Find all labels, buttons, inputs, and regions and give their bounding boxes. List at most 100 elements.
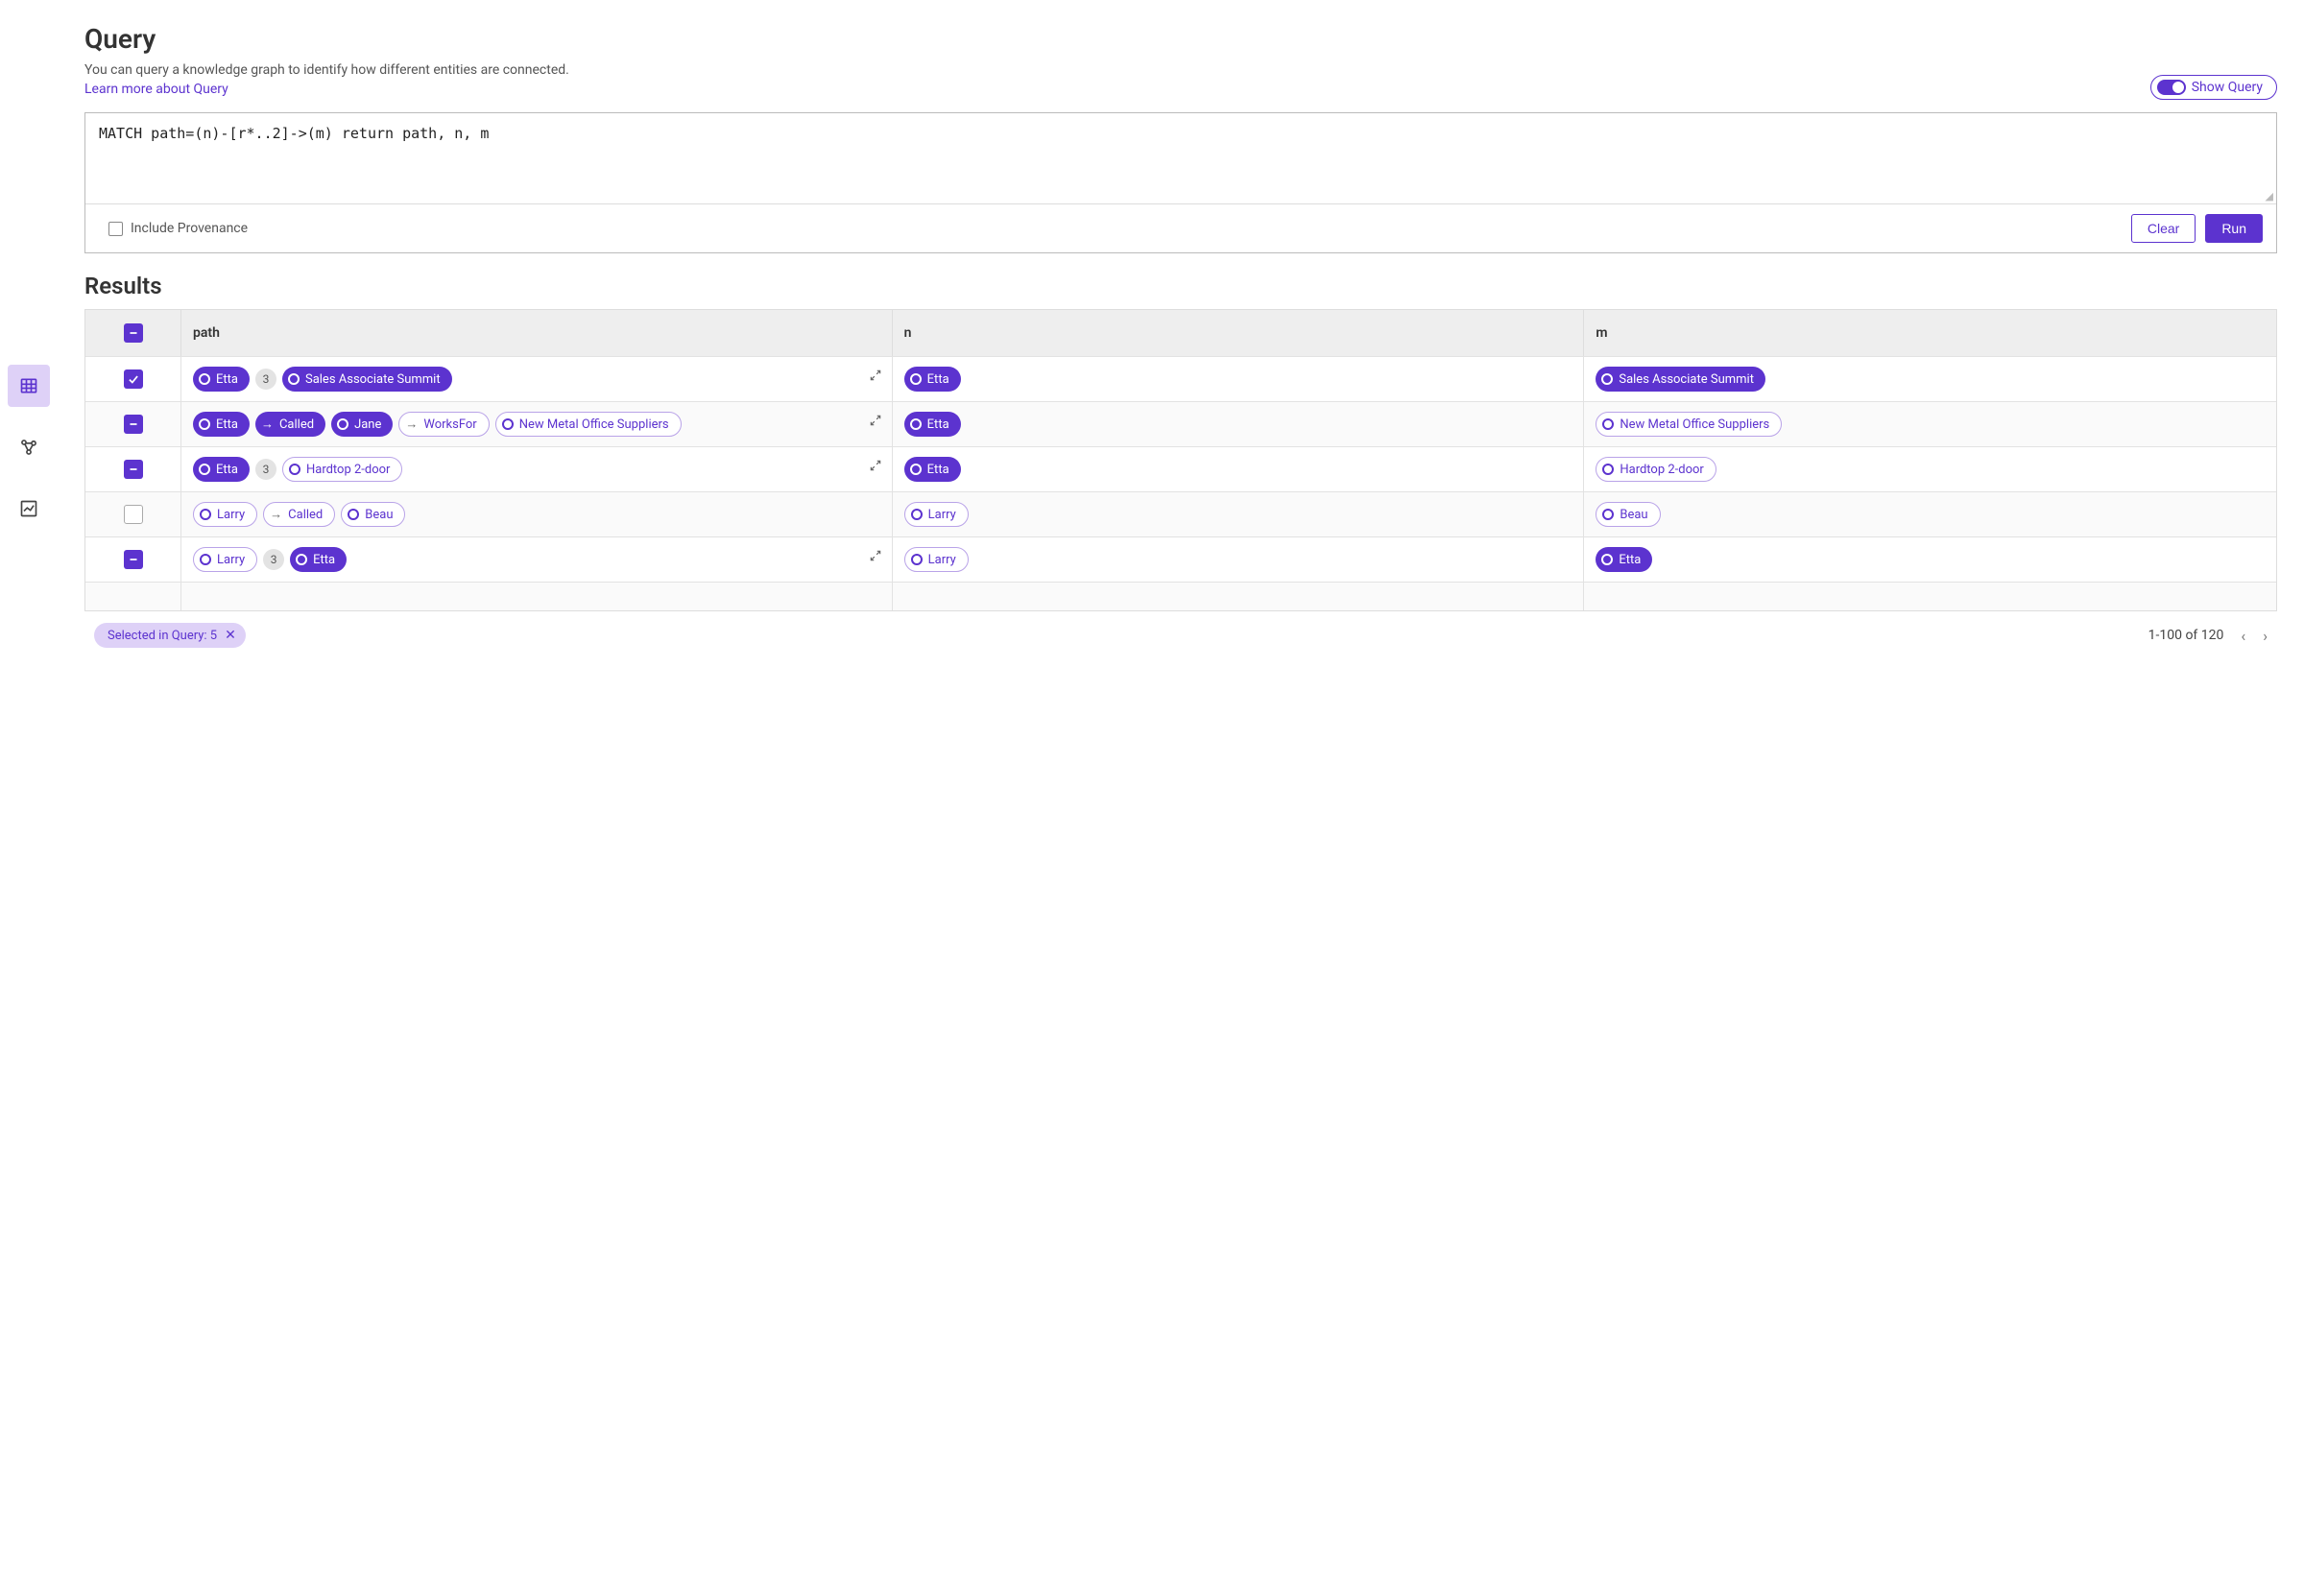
node-dot-icon	[337, 418, 348, 430]
learn-more-link[interactable]: Learn more about Query	[84, 82, 228, 97]
relationship-chip[interactable]: Called	[263, 502, 335, 527]
node-dot-icon	[288, 373, 300, 385]
selected-count-label: Selected in Query: 5	[108, 629, 217, 643]
entity-chip[interactable]: Etta	[1596, 547, 1652, 572]
node-dot-icon	[911, 509, 923, 520]
view-table-button[interactable]	[8, 365, 50, 407]
row-select-checkbox[interactable]	[124, 415, 143, 434]
relationship-chip[interactable]: Called	[255, 412, 325, 437]
count-badge[interactable]: 3	[255, 369, 276, 390]
pagination-range: 1-100 of 120	[2148, 628, 2224, 643]
table-header: path n m	[85, 310, 2276, 356]
entity-chip[interactable]: Jane	[331, 412, 393, 437]
relationship-chip[interactable]: WorksFor	[398, 412, 489, 437]
view-timeline-button[interactable]	[8, 488, 50, 530]
chip-label: New Metal Office Suppliers	[1620, 417, 1769, 432]
results-title: Results	[84, 273, 2277, 299]
chip-label: Etta	[216, 463, 238, 477]
count-badge[interactable]: 3	[263, 549, 284, 570]
column-header-path[interactable]: path	[181, 310, 893, 356]
entity-chip[interactable]: Etta	[290, 547, 347, 572]
column-header-n[interactable]: n	[893, 310, 1585, 356]
entity-chip[interactable]: Larry	[904, 502, 969, 527]
results-table: path n m Etta3Sales Associate SummitEtta…	[84, 309, 2277, 611]
node-dot-icon	[910, 464, 922, 475]
count-badge[interactable]: 3	[255, 459, 276, 480]
expand-icon[interactable]	[869, 549, 882, 565]
chip-label: Larry	[217, 508, 245, 522]
pagination-next[interactable]: ›	[2263, 627, 2268, 645]
view-graph-button[interactable]	[8, 426, 50, 468]
node-dot-icon	[200, 509, 211, 520]
table-row: Etta3Sales Associate SummitEttaSales Ass…	[85, 356, 2276, 401]
row-select-checkbox[interactable]	[124, 550, 143, 569]
chip-label: Sales Associate Summit	[305, 372, 441, 387]
chip-label: Etta	[216, 417, 238, 432]
include-provenance-checkbox[interactable]: Include Provenance	[108, 221, 248, 236]
chip-label: WorksFor	[423, 417, 476, 432]
row-select-checkbox[interactable]	[124, 460, 143, 479]
entity-chip[interactable]: Beau	[341, 502, 405, 527]
pagination: 1-100 of 120 ‹ ›	[2148, 627, 2268, 645]
query-box: ◢ Include Provenance Clear Run	[84, 112, 2277, 253]
chip-label: Larry	[217, 553, 245, 567]
select-all-checkbox[interactable]	[124, 323, 143, 343]
entity-chip[interactable]: Hardtop 2-door	[1596, 457, 1716, 482]
view-rail	[0, 0, 58, 669]
chip-label: Jane	[354, 417, 381, 432]
clear-button[interactable]: Clear	[2131, 214, 2196, 243]
node-dot-icon	[296, 554, 307, 565]
show-query-toggle[interactable]: Show Query	[2150, 75, 2277, 100]
entity-chip[interactable]: Etta	[904, 367, 961, 392]
entity-chip[interactable]: Etta	[193, 367, 250, 392]
chip-label: Larry	[928, 553, 956, 567]
node-dot-icon	[1602, 464, 1614, 475]
selected-count-chip[interactable]: Selected in Query: 5 ✕	[94, 623, 246, 648]
entity-chip[interactable]: New Metal Office Suppliers	[495, 412, 682, 437]
entity-chip[interactable]: Hardtop 2-door	[282, 457, 403, 482]
node-dot-icon	[502, 418, 514, 430]
resize-handle-icon[interactable]: ◢	[2266, 194, 2272, 200]
entity-chip[interactable]: Larry	[904, 547, 969, 572]
entity-chip[interactable]: Etta	[193, 457, 250, 482]
node-dot-icon	[1601, 554, 1613, 565]
collapse-icon[interactable]	[869, 414, 882, 430]
entity-chip[interactable]: Sales Associate Summit	[282, 367, 452, 392]
entity-chip[interactable]: Etta	[193, 412, 250, 437]
expand-icon[interactable]	[869, 369, 882, 385]
node-dot-icon	[289, 464, 300, 475]
chip-label: Sales Associate Summit	[1619, 372, 1754, 387]
query-input[interactable]	[85, 113, 2276, 200]
entity-chip[interactable]: Sales Associate Summit	[1596, 367, 1765, 392]
table-row: Etta 3 Hardtop 2-door Etta Hardtop 2-door	[85, 446, 2276, 491]
run-button[interactable]: Run	[2205, 214, 2263, 243]
entity-chip[interactable]: Etta	[904, 457, 961, 482]
chip-label: Etta	[927, 372, 949, 387]
node-dot-icon	[1602, 509, 1614, 520]
entity-chip[interactable]: Larry	[193, 547, 257, 572]
pagination-prev[interactable]: ‹	[2241, 627, 2245, 645]
chip-label: Called	[279, 417, 314, 432]
entity-chip[interactable]: Etta	[904, 412, 961, 437]
row-select-checkbox[interactable]	[124, 369, 143, 389]
entity-chip[interactable]: Larry	[193, 502, 257, 527]
row-select-checkbox[interactable]	[124, 505, 143, 524]
expand-icon[interactable]	[869, 459, 882, 475]
entity-chip[interactable]: New Metal Office Suppliers	[1596, 412, 1782, 437]
chip-label: New Metal Office Suppliers	[519, 417, 669, 432]
chip-label: Larry	[928, 508, 956, 522]
node-dot-icon	[910, 373, 922, 385]
page-subtitle: You can query a knowledge graph to ident…	[84, 62, 2150, 78]
node-dot-icon	[911, 554, 923, 565]
node-dot-icon	[199, 373, 210, 385]
close-icon[interactable]: ✕	[225, 628, 236, 643]
show-query-label: Show Query	[2192, 80, 2263, 95]
entity-chip[interactable]: Beau	[1596, 502, 1660, 527]
page-title: Query	[84, 23, 2150, 55]
chip-label: Beau	[1620, 508, 1647, 522]
table-row: Etta Called Jane WorksFor New Metal Office S…	[85, 401, 2276, 446]
chip-label: Hardtop 2-door	[1620, 463, 1704, 477]
chip-label: Etta	[1619, 553, 1641, 567]
column-header-m[interactable]: m	[1584, 310, 2276, 356]
arrow-icon	[270, 507, 282, 522]
